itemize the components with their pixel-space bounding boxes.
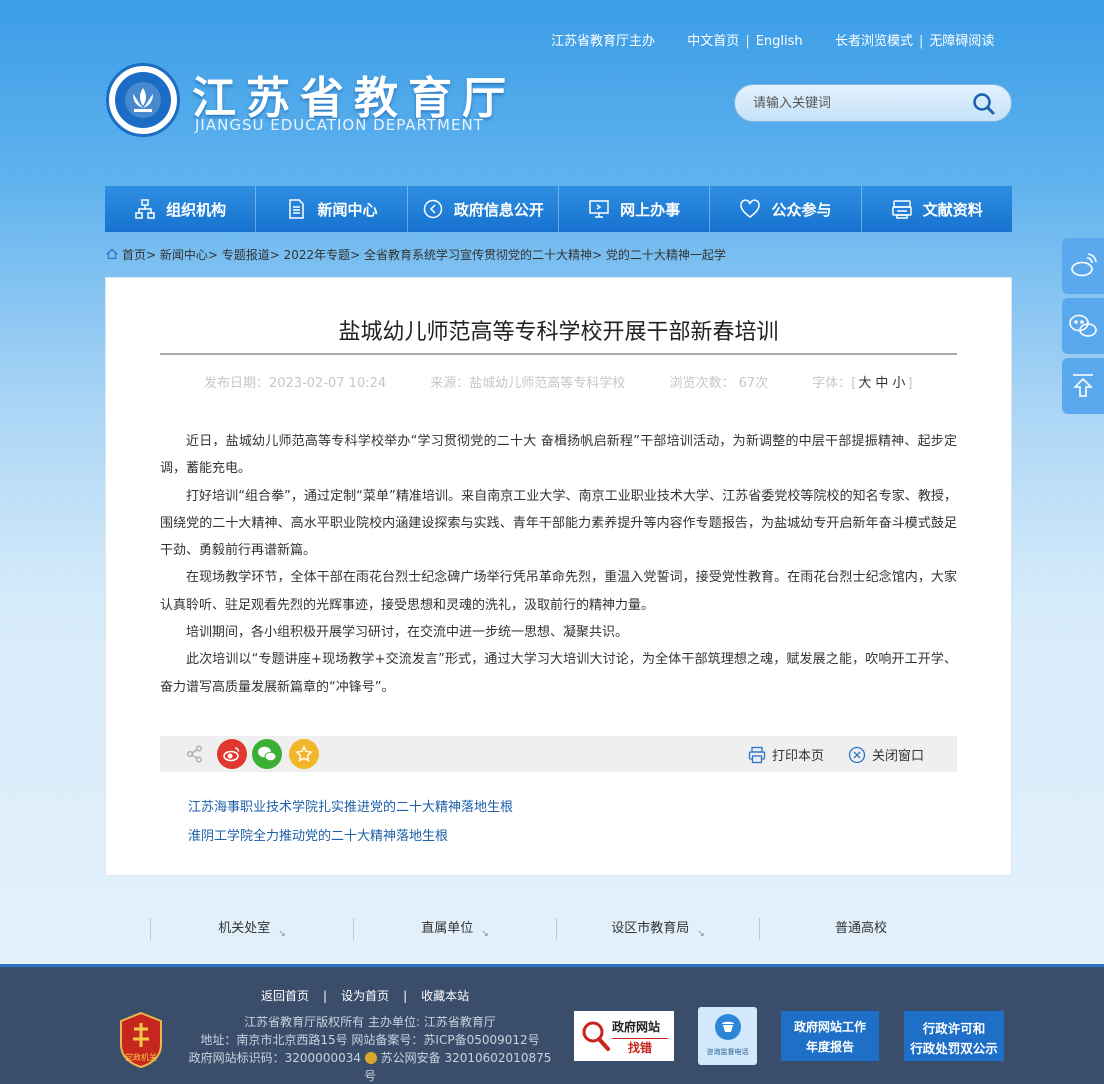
search-input[interactable] (753, 93, 953, 113)
breadcrumb-text[interactable]: 首页> 新闻中心> 专题报道> 2022年专题> 全省教育系统学习宣传贯彻党的二… (122, 248, 726, 262)
nav-item-online-service[interactable]: 网上办事 (559, 186, 711, 232)
star-icon (295, 745, 313, 762)
accessible-link[interactable]: 无障碍阅读 (929, 30, 994, 49)
phone-icon (715, 1014, 741, 1040)
related-link[interactable]: 江苏海事职业技术学院扎实推进党的二十大精神落地生根 (188, 796, 513, 815)
paragraph: 培训期间，各小组积极开展学习研讨，在交流中进一步统一思想、凝聚共识。 (186, 625, 629, 641)
paragraph: 此次培训以“专题讲座+现场教学+交流发言”形式，通过大学习大培训大讨论，为全体干… (160, 652, 957, 695)
nav-label: 网上办事 (620, 200, 681, 219)
title-divider (160, 353, 957, 355)
share-icon[interactable] (186, 745, 204, 763)
paragraph: 打好培训“组合拳”，通过定制“菜单”精准培训。来自南京工业大学、南京工业职业技术… (160, 488, 957, 559)
monitor-icon (589, 200, 609, 218)
cn-home-link[interactable]: 中文首页 (687, 30, 739, 49)
nav-item-news[interactable]: 新闻中心 (256, 186, 408, 232)
paragraph: 在现场教学环节，全体干部在雨花台烈士纪念碑广场举行凭吊革命先烈，重温入党誓词，接… (160, 570, 957, 613)
share-bar: 打印本页 关闭窗口 (160, 736, 957, 772)
printer-icon (748, 746, 766, 763)
heart-icon (740, 199, 761, 218)
nav-item-gov-info[interactable]: 政府信息公开 (408, 186, 559, 232)
nav-label: 新闻中心 (317, 200, 378, 219)
main-nav: 组织机构 新闻中心 政府信息公开 网上办事 公众参与 文献资料 (105, 186, 1012, 232)
footer-info: 江苏省教育厅版权所有 主办单位: 江苏省教育厅 地址：南京市北京西路15号 网站… (188, 1013, 552, 1084)
wechat-icon (258, 746, 277, 762)
back-to-top-button[interactable] (1062, 358, 1104, 414)
arrow-icon: ↘ (278, 929, 286, 939)
document-icon (289, 199, 305, 219)
footer: 返回首页 | 设为首页 | 收藏本站 党政机关 江苏省教育厅版权所有 主办单位: 江苏省… (0, 964, 1104, 1084)
side-float-bar (1062, 238, 1104, 418)
back-home-link[interactable]: 返回首页 (261, 989, 309, 1003)
permit-disclosure-badge[interactable]: 行政许可和 行政处罚双公示 (904, 1011, 1004, 1061)
group-dropdown-city-bureaus[interactable]: 设区市教育局 ↘ (556, 918, 759, 940)
weibo-share-button[interactable] (217, 739, 247, 769)
nav-item-org[interactable]: 组织机构 (105, 186, 257, 232)
nav-label: 组织机构 (166, 200, 227, 219)
play-circle-icon (423, 199, 443, 219)
site-id-line: 政府网站标识码：3200000034 苏公网安备 32010602010875号 (188, 1051, 552, 1083)
nav-label: 公众参与 (771, 200, 832, 219)
bookmark-link[interactable]: 收藏本站 (421, 989, 469, 1003)
annual-report-badge[interactable]: 政府网站工作 年度报告 (781, 1011, 879, 1061)
nav-label: 政府信息公开 (453, 200, 544, 219)
article-title: 盐城幼儿师范高等专科学校开展干部新春培训 (338, 320, 779, 345)
arrow-icon: ↘ (697, 929, 705, 939)
font-large-button[interactable]: 大 (858, 376, 871, 391)
nav-item-public[interactable]: 公众参与 (710, 186, 862, 232)
copyright-text: 江苏省教育厅版权所有 主办单位: 江苏省教育厅 (244, 1015, 496, 1029)
font-small-button[interactable]: 小 (892, 376, 905, 391)
article-source: 来源：盐城幼儿师范高等专科学校 (430, 376, 626, 391)
paragraph: 近日，盐城幼儿师范高等专科学校举办“学习贯彻党的二十大 奋楫扬帆启新程”干部培训… (160, 434, 957, 477)
view-count: 浏览次数： 67次 (669, 376, 769, 391)
related-link[interactable]: 淮阴工学院全力推动党的二十大精神落地生根 (188, 825, 448, 844)
favorite-share-button[interactable] (289, 739, 319, 769)
arrow-icon: ↘ (481, 929, 489, 939)
font-medium-button[interactable]: 中 (875, 376, 888, 391)
close-circle-icon (848, 746, 866, 763)
search-box (734, 84, 1012, 122)
host-text: 江苏省教育厅主办 (551, 34, 656, 49)
font-size-control: 字体：[大中小] (812, 376, 913, 391)
search-icon[interactable] (971, 91, 997, 117)
home-icon[interactable] (106, 248, 118, 260)
weibo-icon (223, 747, 240, 762)
address-text[interactable]: 地址：南京市北京西路15号 网站备案号：苏ICP备05009012号 (188, 1031, 552, 1049)
group-dropdown-universities[interactable]: 普通高校 (759, 918, 962, 940)
weibo-float-button[interactable] (1062, 238, 1104, 294)
elder-mode-link[interactable]: 长者浏览模式 (835, 30, 913, 49)
footer-links: 返回首页 | 设为首页 | 收藏本站 (261, 989, 470, 1003)
english-link[interactable]: English (756, 34, 803, 49)
hotline-badge[interactable]: 咨询监督电话 (698, 1007, 757, 1065)
org-chart-icon (135, 199, 155, 219)
publish-date: 发布日期：2023-02-07 10:24 (204, 376, 387, 391)
logo-emblem-icon[interactable] (106, 63, 180, 137)
wechat-icon (1069, 314, 1097, 337)
site-groups: 机关处室 ↘ 直属单位 ↘ 设区市教育局 ↘ 普通高校 (150, 918, 962, 940)
close-window-button[interactable]: 关闭窗口 (848, 745, 924, 764)
breadcrumb: 首页> 新闻中心> 专题报道> 2022年专题> 全省教育系统学习宣传贯彻党的二… (106, 246, 726, 263)
top-links: 江苏省教育厅主办 中文首页 | English 长者浏览模式 | 无障碍阅读 (551, 30, 994, 49)
svg-text:党政机关: 党政机关 (125, 1052, 157, 1062)
article-body: 近日，盐城幼儿师范高等专科学校举办“学习贯彻党的二十大 奋楫扬帆启新程”干部培训… (160, 428, 957, 701)
nav-label: 文献资料 (922, 200, 983, 219)
group-dropdown-units[interactable]: 直属单位 ↘ (353, 918, 556, 940)
party-gov-badge-icon[interactable]: 党政机关 (118, 1011, 164, 1069)
article-meta: 发布日期：2023-02-07 10:24 来源：盐城幼儿师范高等专科学校 浏览… (204, 372, 952, 391)
error-report-badge[interactable]: 政府网站 找错 (574, 1011, 674, 1061)
wechat-share-button[interactable] (252, 739, 282, 769)
print-button[interactable]: 打印本页 (748, 745, 824, 764)
weibo-icon (1071, 253, 1097, 277)
police-badge-icon (364, 1052, 377, 1064)
nav-item-documents[interactable]: 文献资料 (862, 186, 1012, 232)
set-home-link[interactable]: 设为首页 (341, 989, 389, 1003)
printer-icon (892, 200, 912, 219)
group-dropdown-offices[interactable]: 机关处室 ↘ (150, 918, 353, 940)
arrow-up-icon (1073, 374, 1093, 397)
logo-subtitle: JIANGSU EDUCATION DEPARTMENT (195, 116, 484, 134)
wechat-float-button[interactable] (1062, 298, 1104, 354)
magnifier-icon (582, 1021, 610, 1051)
